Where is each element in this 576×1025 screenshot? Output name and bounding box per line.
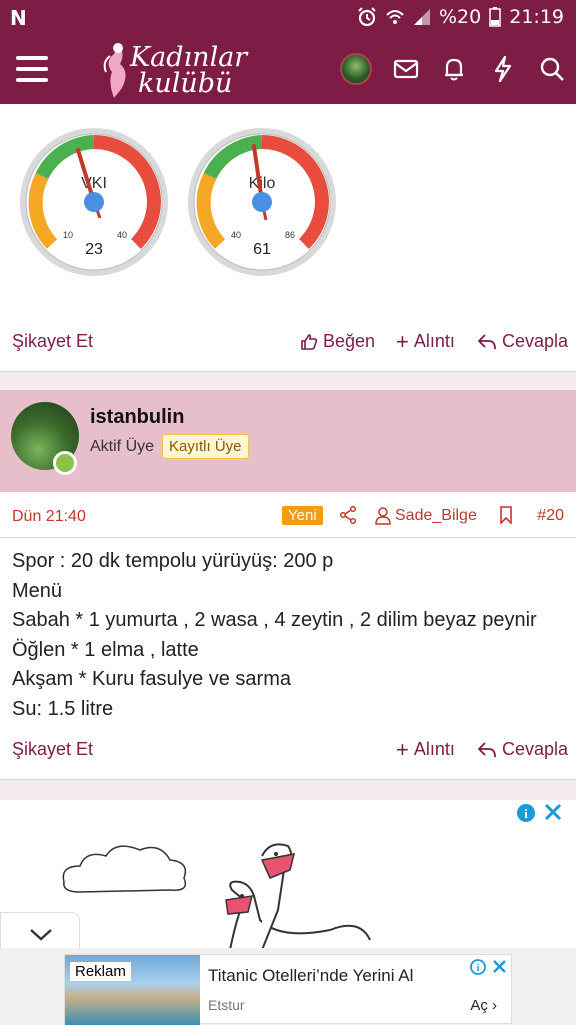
report-link[interactable]: Şikayet Et xyxy=(12,739,93,760)
quote-button[interactable]: + Alıntı xyxy=(396,328,455,354)
reply-label: Cevapla xyxy=(502,331,569,351)
post-line: Su: 1.5 litre xyxy=(12,697,114,720)
reply-label: Cevapla xyxy=(502,739,569,759)
new-badge: Yeni xyxy=(282,506,323,525)
post-line: Menü xyxy=(12,579,63,602)
gauge-value: 61 xyxy=(253,241,271,258)
battery-percent: %20 xyxy=(439,6,482,28)
reply-button[interactable]: Cevapla xyxy=(477,331,568,352)
gauge-value: 23 xyxy=(85,241,103,258)
gauge-min-tick: 40 xyxy=(231,230,241,240)
share-icon[interactable] xyxy=(339,506,357,524)
avatar[interactable] xyxy=(340,53,372,85)
menu-icon[interactable] xyxy=(16,56,48,82)
svg-text:i: i xyxy=(477,963,480,974)
post-line: Akşam * Kuru fasulye ve sarma xyxy=(12,668,291,690)
plus-icon: + xyxy=(396,736,409,762)
bmi-gauge: VKI 10 40 23 xyxy=(20,128,168,276)
bell-icon[interactable] xyxy=(439,54,469,84)
ad-tag: Reklam xyxy=(70,962,131,981)
app-header: Kadınlar kulübü xyxy=(0,36,576,104)
reply-icon xyxy=(477,333,496,349)
mention-username: Sade_Bilge xyxy=(395,507,477,524)
user-icon xyxy=(375,507,391,525)
netflix-notification-icon: N xyxy=(10,6,27,30)
ad-source: Etstur xyxy=(208,997,245,1013)
ad-open-label: Aç xyxy=(470,997,488,1014)
post-actions: Şikayet Et Beğen + Alıntı Cevapla xyxy=(0,328,576,358)
wifi-icon xyxy=(386,10,404,24)
ad-title: Titanic Otelleri’nde Yerini Al xyxy=(208,966,414,985)
like-button[interactable]: Beğen xyxy=(300,331,375,352)
post-date[interactable]: Dün 21:40 xyxy=(12,508,86,526)
weight-gauge: Kilo 40 86 61 xyxy=(188,128,336,276)
gauge-max-tick: 40 xyxy=(117,230,127,240)
post-line: Spor : 20 dk tempolu yürüyüş: 200 p xyxy=(12,550,334,572)
gauge-max-tick: 86 xyxy=(285,230,295,240)
site-logo[interactable]: Kadınlar kulübü xyxy=(100,40,247,100)
post-card: VKI 10 40 23 Kilo 40 86 61 Şikayet Et Be… xyxy=(0,104,576,372)
post-user-bar: istanbulin Aktif Üye Kayıtlı Üye xyxy=(0,390,576,492)
mention-user[interactable]: Sade_Bilge xyxy=(375,507,477,525)
quote-label: Alıntı xyxy=(413,331,455,351)
alarm-icon xyxy=(358,7,376,27)
report-link[interactable]: Şikayet Et xyxy=(12,331,93,352)
signal-icon xyxy=(414,9,430,25)
online-status-icon xyxy=(53,451,77,475)
svg-text:i: i xyxy=(524,806,528,821)
post-card: Dün 21:40 Yeni Sade_Bilge #20 Spor : 20 … xyxy=(0,492,576,780)
plus-icon: + xyxy=(396,328,409,354)
ad-open-button[interactable]: Aç › xyxy=(470,997,497,1014)
logo-text-line2: kulübü xyxy=(138,68,233,99)
chevron-down-icon xyxy=(30,929,52,941)
post-meta: Dün 21:40 Yeni Sade_Bilge #20 xyxy=(0,492,576,538)
post-body: Spor : 20 dk tempolu yürüyüş: 200 p Menü… xyxy=(12,547,537,724)
user-role: Aktif Üye xyxy=(90,438,155,455)
post-line: Öğlen * 1 elma , latte xyxy=(12,638,199,661)
ad-choices-icon[interactable]: i xyxy=(469,958,509,976)
gauge-min-tick: 10 xyxy=(63,230,73,240)
bookmark-icon[interactable] xyxy=(499,506,513,524)
like-label: Beğen xyxy=(323,331,376,351)
clock: 21:19 xyxy=(509,6,564,28)
ad-info-icon[interactable]: i xyxy=(512,802,568,824)
search-icon[interactable] xyxy=(537,54,567,84)
ad-banner[interactable]: Reklam Titanic Otelleri’nde Yerini Al Et… xyxy=(64,954,512,1025)
status-bar: N %20 21:19 xyxy=(0,0,576,36)
username[interactable]: istanbulin xyxy=(90,406,184,429)
post-actions: Şikayet Et + Alıntı Cevapla xyxy=(0,736,576,766)
ad-illustration[interactable] xyxy=(0,800,576,951)
quote-label: Alıntı xyxy=(413,739,455,759)
post-line: Sabah * 1 yumurta , 2 wasa , 4 zeytin , … xyxy=(12,609,537,631)
ad-artwork xyxy=(62,843,371,951)
reply-button[interactable]: Cevapla xyxy=(477,739,568,760)
post-number[interactable]: #20 xyxy=(537,507,564,525)
user-badge: Kayıtlı Üye xyxy=(162,434,249,459)
thumbs-up-icon xyxy=(301,333,318,350)
lightning-icon[interactable] xyxy=(488,54,518,84)
battery-icon xyxy=(489,7,501,27)
envelope-icon[interactable] xyxy=(391,54,421,84)
reply-icon xyxy=(477,741,496,757)
quote-button[interactable]: + Alıntı xyxy=(396,736,455,762)
